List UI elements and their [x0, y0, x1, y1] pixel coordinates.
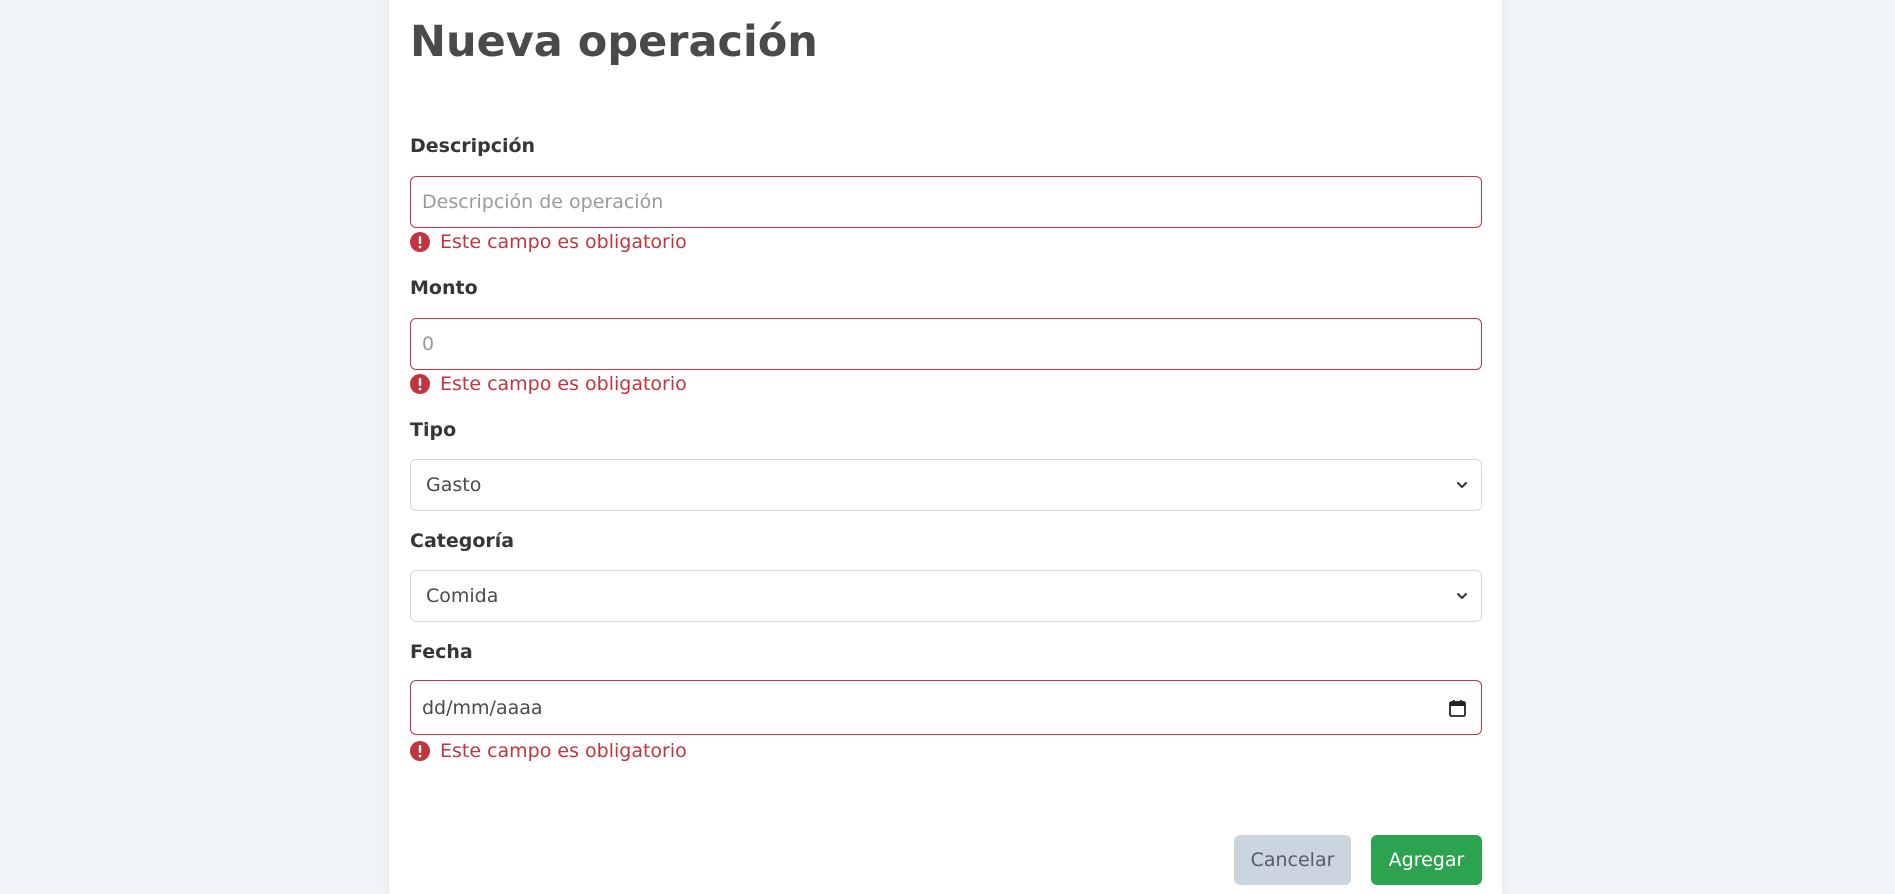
operation-form-card: Nueva operación Descripción Este campo e…	[389, 0, 1502, 894]
monto-error-text: Este campo es obligatorio	[440, 373, 687, 395]
calendar-icon[interactable]	[1448, 699, 1467, 718]
fecha-error: Este campo es obligatorio	[410, 739, 687, 763]
tipo-select[interactable]: Gasto	[410, 459, 1482, 511]
categoria-label: Categoría	[410, 530, 515, 552]
exclamation-circle-icon	[410, 232, 430, 252]
descripcion-label: Descripción	[410, 135, 536, 157]
descripcion-input[interactable]	[410, 176, 1482, 228]
tipo-selected-value: Gasto	[426, 474, 482, 496]
monto-error: Este campo es obligatorio	[410, 372, 687, 396]
chevron-down-icon	[1457, 482, 1467, 488]
exclamation-circle-icon	[410, 741, 430, 761]
descripcion-error-text: Este campo es obligatorio	[440, 231, 687, 253]
categoria-select[interactable]: Comida	[410, 570, 1482, 622]
exclamation-circle-icon	[410, 374, 430, 394]
chevron-down-icon	[1457, 593, 1467, 599]
cancel-button[interactable]: Cancelar	[1234, 835, 1351, 885]
monto-label: Monto	[410, 277, 478, 299]
fecha-placeholder: dd/mm/aaaa	[422, 696, 543, 719]
categoria-selected-value: Comida	[426, 585, 499, 607]
descripcion-error: Este campo es obligatorio	[410, 230, 687, 254]
add-button[interactable]: Agregar	[1371, 835, 1482, 885]
monto-input[interactable]	[410, 318, 1482, 370]
fecha-input[interactable]: dd/mm/aaaa	[410, 680, 1482, 735]
page-title: Nueva operación	[410, 17, 818, 67]
tipo-label: Tipo	[410, 419, 457, 441]
fecha-label: Fecha	[410, 641, 473, 663]
fecha-error-text: Este campo es obligatorio	[440, 740, 687, 762]
